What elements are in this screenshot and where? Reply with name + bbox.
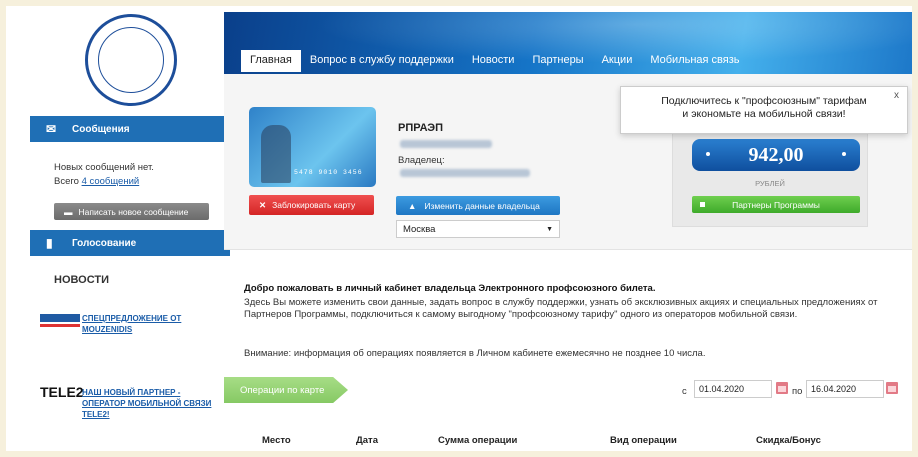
operations-tab[interactable]: Операции по карте	[224, 377, 348, 403]
news-link-mouzenidis[interactable]: СПЕЦПРЕДЛОЖЕНИЕ ОТ MOUZENIDIS	[82, 313, 222, 335]
city-select[interactable]: Москва ▼	[396, 220, 560, 238]
news-title: НОВОСТИ	[54, 274, 110, 286]
sidebar-voting-header[interactable]: ▮ Голосование	[30, 230, 230, 256]
owner-name-redacted	[400, 169, 530, 177]
date-from-input[interactable]: 01.04.2020	[694, 380, 772, 398]
balance-currency: РУБЛЕЙ	[755, 179, 785, 188]
bar-chart-icon: ▮	[46, 236, 53, 250]
tab-news[interactable]: Новости	[463, 50, 524, 72]
owner-org: РПРАЭП	[398, 122, 444, 134]
messages-total-link[interactable]: 4 сообщений	[82, 176, 140, 187]
welcome-title: Добро пожаловать в личный кабинет владел…	[244, 283, 656, 294]
envelope-icon: ✉	[46, 122, 57, 136]
close-icon: ✕	[259, 199, 267, 210]
column-header-type: Вид операции	[610, 435, 677, 446]
edit-owner-button[interactable]: ▲ Изменить данные владельца	[396, 196, 560, 215]
union-card-image: 5478 9010 3456	[249, 107, 376, 187]
owner-label: Владелец:	[398, 155, 445, 166]
block-card-button[interactable]: ✕ Заблокировать карту	[249, 195, 374, 215]
write-message-button[interactable]: ▬ Написать новое сообщение	[54, 203, 209, 220]
date-from-label: с	[682, 386, 687, 397]
column-header-amount: Сумма операции	[438, 435, 518, 446]
chevron-down-icon: ▼	[546, 225, 553, 233]
column-header-date: Дата	[356, 435, 378, 446]
operations-notice: Внимание: информация об операциях появля…	[244, 348, 706, 359]
card-number-redacted	[400, 140, 492, 148]
calendar-icon[interactable]	[886, 382, 898, 394]
program-partners-button[interactable]: Партнеры Программы	[692, 196, 860, 213]
no-messages-text: Новых сообщений нет.	[54, 162, 154, 173]
card-number: 5478 9010 3456	[294, 169, 363, 176]
user-icon: ▲	[408, 200, 417, 211]
main-nav: Главная Вопрос в службу поддержки Новост…	[241, 50, 749, 72]
news-link-tele2[interactable]: НАШ НОВЫЙ ПАРТНЕР - ОПЕРАТОР МОБИЛЬНОЙ С…	[82, 387, 222, 420]
tele2-logo[interactable]: TELE2	[40, 384, 84, 406]
tab-mobile[interactable]: Мобильная связь	[641, 50, 748, 72]
date-to-label: по	[792, 386, 803, 397]
tab-support[interactable]: Вопрос в службу поддержки	[301, 50, 463, 72]
balance-display: 942,00	[692, 139, 860, 171]
tab-promotions[interactable]: Акции	[593, 50, 642, 72]
tab-home[interactable]: Главная	[241, 50, 301, 72]
messages-total: Всего 4 сообщений	[54, 176, 140, 187]
tooltip-close-icon[interactable]: x	[894, 89, 899, 102]
square-icon	[700, 202, 705, 207]
mobile-tariff-tooltip[interactable]: x Подключитесь к "профсоюзным" тарифам и…	[620, 86, 908, 134]
column-header-place: Место	[262, 435, 291, 446]
calendar-icon[interactable]	[776, 382, 788, 394]
column-header-discount: Скидка/Бонус	[756, 435, 821, 446]
welcome-text: Здесь Вы можете изменить свои данные, за…	[244, 297, 878, 320]
sidebar-messages-header[interactable]: ✉ Сообщения	[30, 116, 230, 142]
date-to-input[interactable]: 16.04.2020	[806, 380, 884, 398]
message-icon: ▬	[64, 206, 73, 217]
sidebar: ✉ Сообщения Новых сообщений нет. Всего 4…	[30, 6, 230, 451]
union-logo[interactable]	[85, 14, 177, 106]
page-frame: ✉ Сообщения Новых сообщений нет. Всего 4…	[6, 6, 912, 451]
tab-partners[interactable]: Партнеры	[523, 50, 592, 72]
mouzenidis-logo[interactable]	[40, 310, 80, 332]
